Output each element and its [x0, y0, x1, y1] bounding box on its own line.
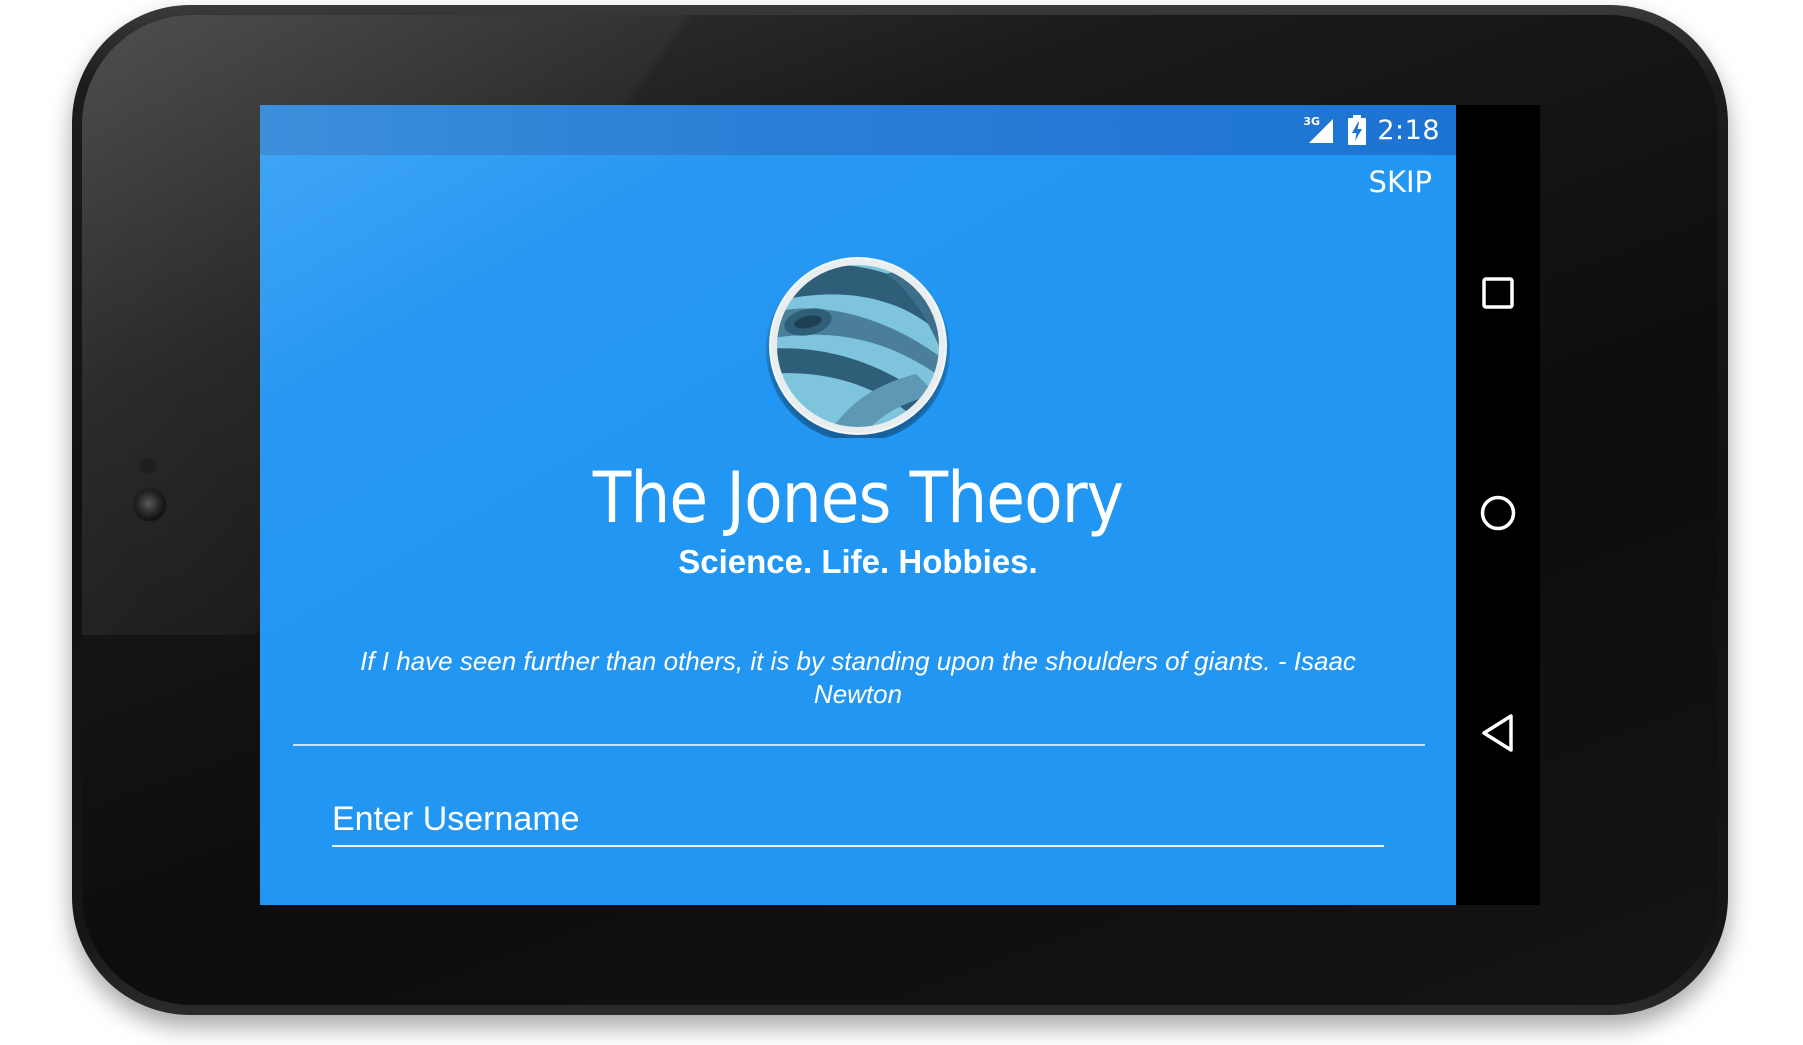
app-screen: 3G 2:18 SKIP The Jones Theory Science. L…	[260, 105, 1456, 905]
app-tagline: Science. Life. Hobbies.	[678, 543, 1038, 580]
divider	[293, 744, 1425, 746]
network-type-label: 3G	[1303, 115, 1321, 128]
status-clock: 2:18	[1377, 114, 1440, 146]
navigation-bar	[1456, 105, 1540, 905]
stage: 3G 2:18 SKIP The Jones Theory Science. L…	[0, 0, 1803, 1045]
planet-logo-icon	[766, 254, 950, 442]
status-bar: 3G 2:18	[260, 105, 1456, 155]
app-title: The Jones Theory	[592, 457, 1124, 539]
battery-charging-icon	[1347, 115, 1367, 145]
home-icon[interactable]	[1474, 489, 1522, 537]
skip-button[interactable]: SKIP	[1369, 165, 1432, 199]
signal-icon: 3G	[1303, 115, 1337, 145]
username-input[interactable]	[332, 793, 1384, 847]
status-icons: 3G 2:18	[1303, 114, 1440, 146]
quote-text: If I have seen further than others, it i…	[360, 646, 1356, 709]
sensor-dot	[140, 458, 156, 474]
back-icon[interactable]	[1474, 709, 1522, 757]
device-screen: 3G 2:18 SKIP The Jones Theory Science. L…	[260, 105, 1540, 905]
recents-icon[interactable]	[1474, 269, 1522, 317]
front-camera	[132, 487, 168, 523]
